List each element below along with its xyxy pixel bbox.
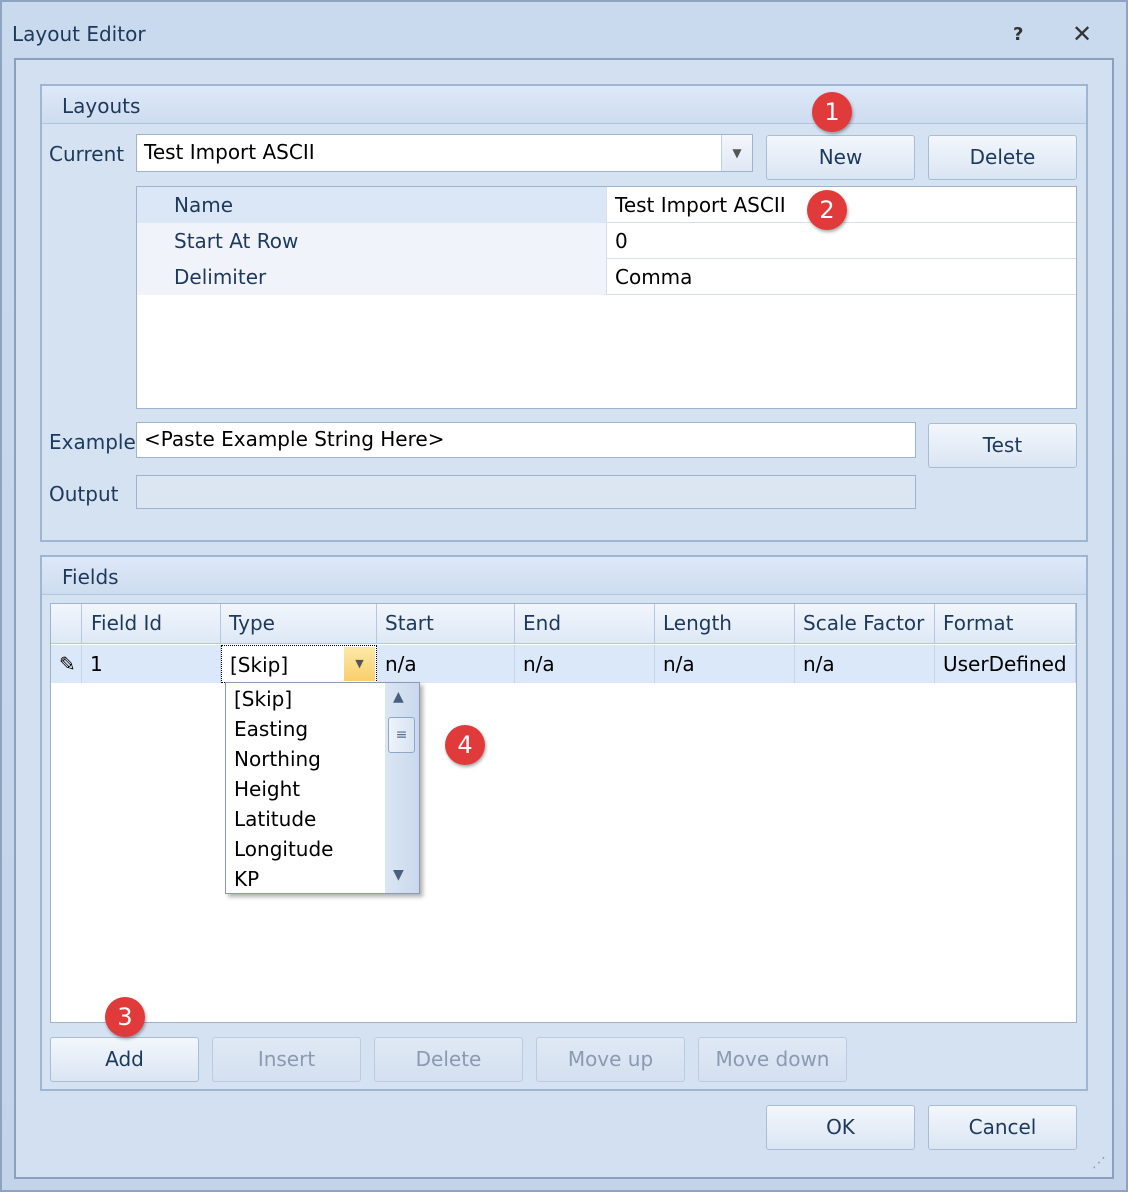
row-indicator-header bbox=[51, 604, 82, 644]
callout-badge-1: 1 bbox=[812, 92, 852, 132]
column-header-scale-factor[interactable]: Scale Factor bbox=[795, 604, 935, 644]
test-button[interactable]: Test bbox=[928, 423, 1077, 468]
cell-type-editor[interactable]: [Skip] ▼ bbox=[221, 645, 377, 683]
fields-group-title: Fields bbox=[42, 557, 1086, 595]
property-row-delimiter[interactable]: Delimiter Comma bbox=[137, 259, 1076, 295]
callout-badge-2: 2 bbox=[807, 190, 847, 230]
cell-scale-factor[interactable]: n/a bbox=[795, 645, 935, 683]
delete-layout-button[interactable]: Delete bbox=[928, 135, 1077, 180]
column-header-format[interactable]: Format bbox=[935, 604, 1076, 644]
type-option-longitude[interactable]: Longitude bbox=[234, 837, 333, 861]
help-icon[interactable]: ? bbox=[1013, 24, 1031, 45]
property-name: Name bbox=[137, 187, 607, 223]
type-option-skip[interactable]: [Skip] bbox=[234, 687, 292, 711]
current-layout-value: Test Import ASCII bbox=[144, 140, 315, 164]
property-value[interactable]: 0 bbox=[615, 229, 628, 253]
type-option-latitude[interactable]: Latitude bbox=[234, 807, 316, 831]
type-option-kp[interactable]: KP bbox=[234, 867, 259, 891]
column-header-length[interactable]: Length bbox=[655, 604, 795, 644]
cell-start[interactable]: n/a bbox=[377, 645, 515, 683]
type-dropdown-button[interactable]: ▼ bbox=[344, 647, 375, 681]
type-dropdown-list: [Skip] Easting Northing Height Latitude … bbox=[225, 682, 420, 894]
property-row-start-at-row[interactable]: Start At Row 0 bbox=[137, 223, 1076, 259]
callout-badge-3: 3 bbox=[105, 997, 145, 1037]
cell-format[interactable]: UserDefined bbox=[935, 645, 1076, 683]
new-layout-button[interactable]: New bbox=[766, 135, 915, 180]
cell-type: [Skip] bbox=[230, 653, 289, 677]
edit-pencil-icon: ✎ bbox=[51, 645, 82, 683]
window-title: Layout Editor bbox=[12, 22, 146, 46]
column-header-type[interactable]: Type bbox=[221, 604, 377, 644]
example-label: Example bbox=[49, 430, 136, 454]
current-layout-combo[interactable]: Test Import ASCII bbox=[136, 134, 753, 172]
property-name: Delimiter bbox=[137, 259, 607, 295]
cell-length[interactable]: n/a bbox=[655, 645, 795, 683]
resize-grip-icon[interactable]: ⋰ bbox=[1092, 1155, 1106, 1171]
dropdown-scrollbar[interactable]: ▲ ≡ ▼ bbox=[385, 683, 419, 893]
current-layout-dropdown-button[interactable]: ▼ bbox=[721, 135, 752, 171]
property-value[interactable]: Test Import ASCII bbox=[615, 193, 786, 217]
current-label: Current bbox=[49, 142, 125, 166]
scroll-thumb[interactable]: ≡ bbox=[388, 717, 415, 753]
scroll-down-arrow-icon[interactable]: ▼ bbox=[393, 867, 404, 883]
insert-field-button[interactable]: Insert bbox=[212, 1037, 361, 1082]
close-icon[interactable]: ✕ bbox=[1072, 20, 1092, 48]
add-field-button[interactable]: Add bbox=[50, 1037, 199, 1082]
output-label: Output bbox=[49, 482, 119, 506]
property-value[interactable]: Comma bbox=[615, 265, 692, 289]
move-down-button[interactable]: Move down bbox=[698, 1037, 847, 1082]
type-option-easting[interactable]: Easting bbox=[234, 717, 308, 741]
fields-grid: Field Id Type Start End Length Scale Fac… bbox=[50, 603, 1077, 1023]
output-field bbox=[136, 475, 916, 509]
example-input[interactable]: <Paste Example String Here> bbox=[136, 422, 916, 458]
column-header-field-id[interactable]: Field Id bbox=[82, 604, 221, 644]
column-header-start[interactable]: Start bbox=[377, 604, 515, 644]
ok-button[interactable]: OK bbox=[766, 1105, 915, 1150]
type-option-northing[interactable]: Northing bbox=[234, 747, 321, 771]
scroll-up-arrow-icon[interactable]: ▲ bbox=[393, 689, 404, 705]
column-header-end[interactable]: End bbox=[515, 604, 655, 644]
cell-end[interactable]: n/a bbox=[515, 645, 655, 683]
delete-field-button[interactable]: Delete bbox=[374, 1037, 523, 1082]
layouts-group-title: Layouts bbox=[42, 86, 1086, 124]
property-name: Start At Row bbox=[137, 223, 607, 259]
cancel-button[interactable]: Cancel bbox=[928, 1105, 1077, 1150]
property-grid: Name Test Import ASCII Start At Row 0 Deli… bbox=[136, 186, 1077, 409]
move-up-button[interactable]: Move up bbox=[536, 1037, 685, 1082]
cell-field-id[interactable]: 1 bbox=[82, 645, 221, 683]
callout-badge-4: 4 bbox=[445, 725, 485, 765]
property-row-name[interactable]: Name Test Import ASCII bbox=[137, 187, 1076, 223]
type-option-height[interactable]: Height bbox=[234, 777, 300, 801]
